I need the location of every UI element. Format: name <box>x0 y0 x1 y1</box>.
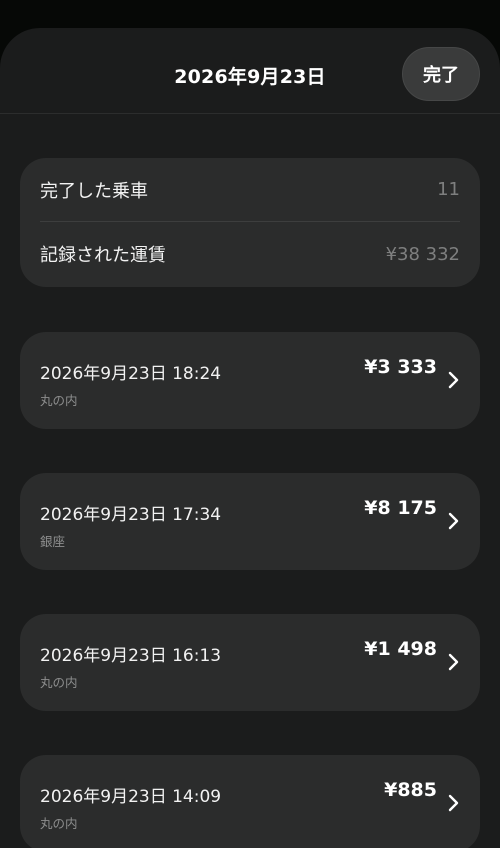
trip-datetime: 2026年9月23日 17:34 <box>40 505 222 525</box>
recorded-fare-value: ¥38 332 <box>385 243 460 265</box>
chevron-right-icon <box>448 371 459 389</box>
summary-card: 完了した乗車 11 記録された運賃 ¥38 332 <box>20 158 480 287</box>
trip-station: 丸の内 <box>40 393 78 408</box>
sheet-header: 2026年9月23日 完了 <box>0 28 500 114</box>
ride-day-sheet: 2026年9月23日 完了 完了した乗車 11 記録された運賃 ¥38 332 … <box>0 28 500 848</box>
trip-datetime: 2026年9月23日 16:13 <box>40 646 222 666</box>
trip-fare: ¥3 333 <box>364 356 437 378</box>
trip-row[interactable]: 2026年9月23日 17:34 銀座 ¥8 175 <box>20 473 480 570</box>
trip-fare: ¥8 175 <box>364 497 437 519</box>
trip-row[interactable]: 2026年9月23日 16:13 丸の内 ¥1 498 <box>20 614 480 711</box>
recorded-fare-label: 記録された運賃 <box>40 245 166 266</box>
trip-station: 丸の内 <box>40 816 78 831</box>
chevron-right-icon <box>448 794 459 812</box>
trip-row[interactable]: 2026年9月23日 14:09 丸の内 ¥885 <box>20 755 480 848</box>
chevron-right-icon <box>448 653 459 671</box>
completed-rides-value: 11 <box>437 179 460 200</box>
trip-fare: ¥885 <box>384 779 437 801</box>
trip-fare: ¥1 498 <box>364 638 437 660</box>
chevron-right-icon <box>448 512 459 530</box>
trip-station: 丸の内 <box>40 675 78 690</box>
recorded-fare-row: 記録された運賃 ¥38 332 <box>40 222 460 286</box>
completed-rides-label: 完了した乗車 <box>40 180 148 202</box>
trip-row[interactable]: 2026年9月23日 18:24 丸の内 ¥3 333 <box>20 332 480 429</box>
trip-station: 銀座 <box>40 534 66 549</box>
trip-datetime: 2026年9月23日 14:09 <box>40 787 222 807</box>
done-button[interactable]: 完了 <box>402 47 480 101</box>
completed-rides-row: 完了した乗車 11 <box>40 158 460 222</box>
trip-datetime: 2026年9月23日 18:24 <box>40 364 222 384</box>
